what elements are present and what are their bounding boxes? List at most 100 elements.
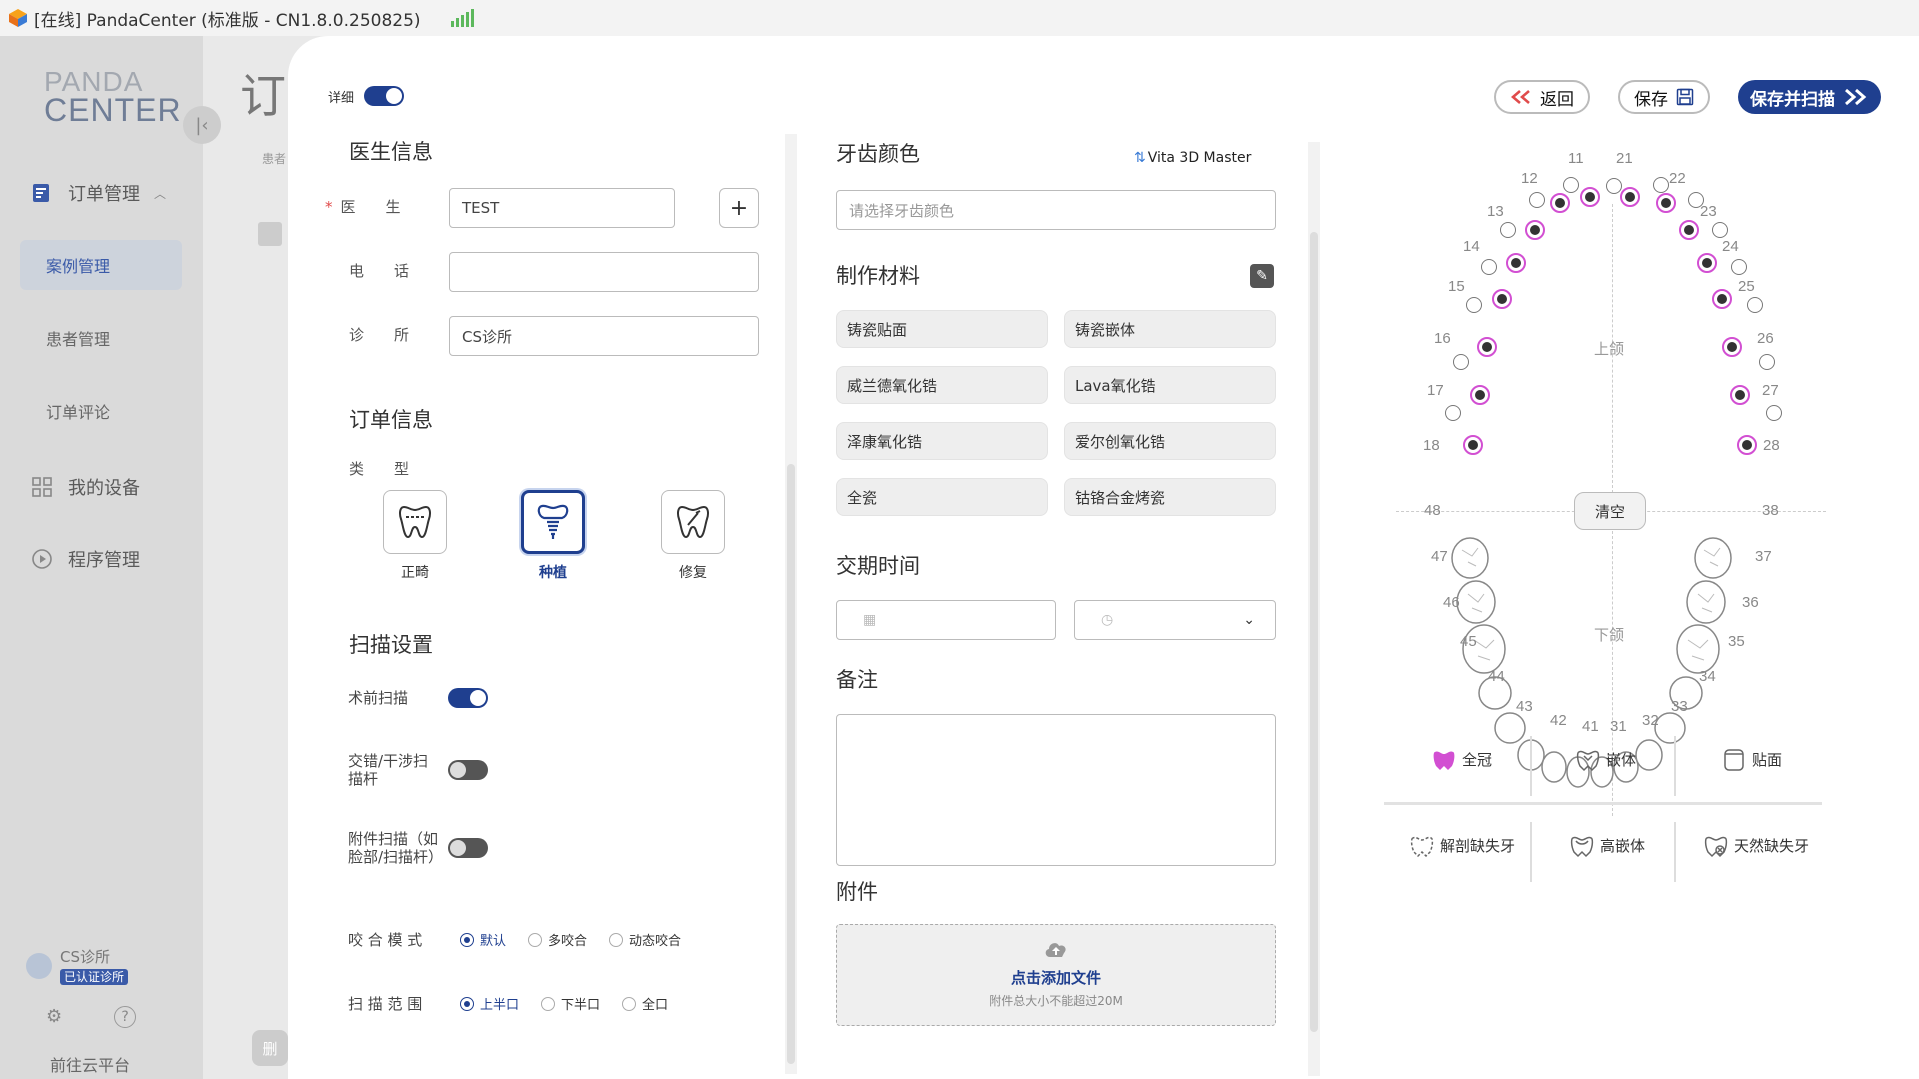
tooth-26-selected[interactable]	[1722, 337, 1742, 357]
divider	[1674, 822, 1676, 882]
go-cloud-platform-link[interactable]: 前往云平台	[50, 1052, 130, 1076]
tooth-marker[interactable]	[1445, 405, 1461, 421]
nav-order-management-label: 订单管理	[68, 184, 140, 205]
tooth-marker[interactable]	[1712, 222, 1728, 238]
bite-default-radio[interactable]: 默认	[460, 930, 506, 949]
settings-gear-icon[interactable]: ⚙	[46, 1006, 62, 1028]
tooth-27-selected[interactable]	[1730, 385, 1750, 405]
tooth-marker[interactable]	[1606, 178, 1622, 194]
tooth-23-selected[interactable]	[1679, 220, 1699, 240]
tooth-marker[interactable]	[1747, 297, 1763, 313]
clear-teeth-button[interactable]: 清空	[1574, 492, 1646, 530]
clinic-profile[interactable]: CS诊所 已认证诊所	[26, 946, 129, 985]
shade-system[interactable]: ⇅ Vita 3D Master	[1134, 150, 1251, 166]
restoration-natural-missing[interactable]: 天然缺失牙	[1704, 832, 1809, 858]
preop-scan-toggle[interactable]	[448, 688, 488, 708]
range-full-radio[interactable]: 全口	[622, 994, 668, 1013]
nav-my-devices[interactable]: 我的设备	[30, 474, 140, 500]
notes-textarea[interactable]	[836, 714, 1276, 866]
middle-column-scrollbar[interactable]	[1308, 142, 1320, 1076]
restoration-veneer[interactable]: 贴面	[1722, 746, 1782, 772]
tooth-marker[interactable]	[1766, 405, 1782, 421]
cross-scan-toggle[interactable]	[448, 760, 488, 780]
type-implant[interactable]: 种植	[521, 490, 585, 582]
nav-order-management[interactable]: 订单管理 ︿	[30, 180, 166, 206]
type-restoration[interactable]: 修复	[661, 490, 725, 582]
lower-teeth-diagram[interactable]	[1438, 536, 1798, 866]
help-icon[interactable]: ?	[114, 1006, 137, 1028]
delivery-time-select[interactable]: ◷ ⌄	[1074, 600, 1276, 640]
material-chip[interactable]: 铸瓷贴面	[836, 310, 1048, 348]
back-button[interactable]: 返回	[1494, 80, 1590, 114]
material-chip[interactable]: 爱尔创氧化锆	[1064, 422, 1276, 460]
material-chip[interactable]: 泽康氧化锆	[836, 422, 1048, 460]
type-restoration-box[interactable]	[661, 490, 725, 554]
restoration-full-crown[interactable]: 全冠	[1432, 746, 1492, 772]
tooth-marker[interactable]	[1653, 177, 1669, 193]
tooth-14-selected[interactable]	[1506, 253, 1526, 273]
tooth-marker[interactable]	[1481, 259, 1497, 275]
tooth-marker[interactable]	[1731, 259, 1747, 275]
tooth-marker[interactable]	[1466, 297, 1482, 313]
save-and-scan-label: 保存并扫描	[1750, 89, 1835, 110]
left-column-scrollbar[interactable]	[785, 134, 797, 1074]
tooth-marker[interactable]	[1453, 354, 1469, 370]
collapse-sidebar-button[interactable]: |‹	[183, 106, 221, 144]
range-lower-radio[interactable]: 下半口	[541, 994, 600, 1013]
material-chip[interactable]: 铸瓷嵌体	[1064, 310, 1276, 348]
shade-select[interactable]: 请选择牙齿颜色	[836, 190, 1276, 230]
phone-input[interactable]	[449, 252, 759, 292]
tooth-marker[interactable]	[1500, 222, 1516, 238]
restoration-inlay[interactable]: 嵌体	[1576, 746, 1636, 772]
material-chip[interactable]: 威兰德氧化锆	[836, 366, 1048, 404]
divider	[1530, 822, 1532, 882]
tooth-15-selected[interactable]	[1492, 289, 1512, 309]
calendar-icon: ▦	[863, 612, 877, 628]
type-label: 类 型	[349, 460, 410, 478]
restoration-onlay[interactable]: 高嵌体	[1570, 832, 1645, 858]
tooth-18-selected[interactable]	[1463, 435, 1483, 455]
tooth-16-selected[interactable]	[1477, 337, 1497, 357]
restoration-anatomic-missing[interactable]: 解剖缺失牙	[1410, 832, 1515, 858]
bite-multi-radio[interactable]: 多咬合	[528, 930, 587, 949]
devices-icon	[30, 475, 54, 499]
detail-toggle[interactable]	[364, 86, 405, 106]
nav-order-review[interactable]: 订单评论	[20, 386, 182, 436]
add-doctor-button[interactable]: +	[719, 188, 759, 228]
material-edit-icon[interactable]: ✎	[1250, 264, 1274, 288]
material-chip[interactable]: Lava氧化锆	[1064, 366, 1276, 404]
tooth-13-selected[interactable]	[1525, 220, 1545, 240]
type-orthodontic[interactable]: 正畸	[383, 490, 447, 582]
delivery-date-input[interactable]: ▦	[836, 600, 1056, 640]
full-crown-icon	[1433, 751, 1455, 770]
type-restoration-label: 修复	[679, 565, 707, 581]
tooth-11-selected[interactable]	[1580, 187, 1600, 207]
tooth-24-selected[interactable]	[1697, 253, 1717, 273]
save-button[interactable]: 保存	[1618, 80, 1710, 114]
nav-case-management[interactable]: 案例管理	[20, 240, 182, 290]
range-upper-radio[interactable]: 上半口	[460, 994, 519, 1013]
tooth-21-selected[interactable]	[1620, 187, 1640, 207]
nav-program-management[interactable]: 程序管理	[30, 546, 140, 572]
tooth-marker[interactable]	[1563, 177, 1579, 193]
tooth-marker[interactable]	[1529, 192, 1545, 208]
attachment-scan-toggle[interactable]	[448, 838, 488, 858]
nav-patient-management[interactable]: 患者管理	[20, 313, 182, 363]
doctor-label: * 医 生	[325, 198, 401, 216]
upload-dropzone[interactable]: 点击添加文件 附件总大小不能超过20M	[836, 924, 1276, 1026]
tooth-17-selected[interactable]	[1470, 385, 1490, 405]
tooth-marker[interactable]	[1759, 354, 1775, 370]
tooth-12-selected[interactable]	[1550, 193, 1570, 213]
sort-arrows-icon: ⇅	[1134, 150, 1146, 166]
clinic-input[interactable]: CS诊所	[449, 316, 759, 356]
doctor-input[interactable]: TEST	[449, 188, 675, 228]
save-and-scan-button[interactable]: 保存并扫描	[1738, 80, 1881, 114]
tooth-25-selected[interactable]	[1712, 289, 1732, 309]
bite-dynamic-radio[interactable]: 动态咬合	[609, 930, 681, 949]
tooth-22-selected[interactable]	[1656, 193, 1676, 213]
material-chip[interactable]: 全瓷	[836, 478, 1048, 516]
type-orthodontic-box[interactable]	[383, 490, 447, 554]
tooth-28-selected[interactable]	[1737, 435, 1757, 455]
type-implant-box[interactable]	[521, 490, 585, 554]
material-chip[interactable]: 钴铬合金烤瓷	[1064, 478, 1276, 516]
